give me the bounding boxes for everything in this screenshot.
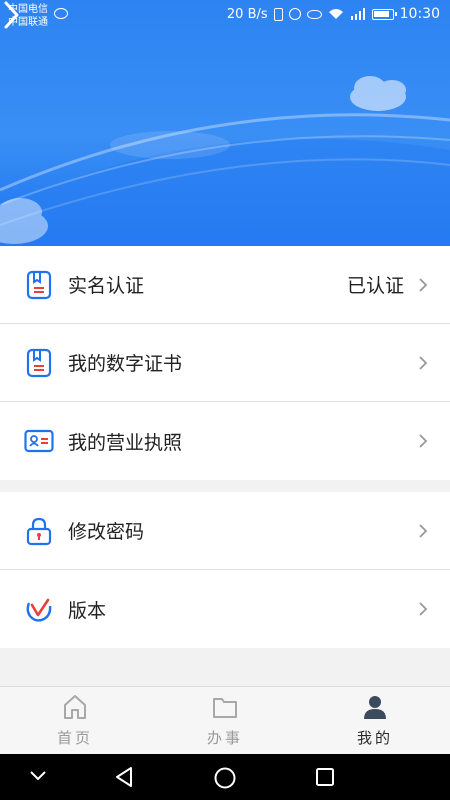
real-name-status: 已认证 (346, 275, 404, 297)
person-icon (364, 696, 386, 719)
id-card-icon (24, 270, 54, 300)
banner-decoration (0, 76, 450, 246)
certificate-icon (24, 348, 54, 378)
tab-mine-label: 我的 (356, 729, 393, 747)
carrier-info: 中国电信 中国联通 (8, 3, 48, 29)
menu-item-certificate[interactable]: 我的数字证书 (0, 324, 450, 402)
alarm-icon (288, 8, 301, 20)
change-password-label: 修改密码 (68, 521, 145, 543)
certificate-label: 我的数字证书 (68, 353, 183, 375)
tab-services-label: 办事 (206, 729, 243, 747)
tab-services[interactable]: 办事 (150, 687, 300, 754)
folder-icon (213, 698, 237, 718)
real-name-label: 实名认证 (68, 275, 145, 297)
chevron-right-icon (419, 523, 428, 538)
battery-icon (371, 8, 397, 20)
eye-comfort-icon (306, 9, 322, 19)
chevron-right-icon (419, 277, 428, 292)
bottom-tab-bar: 首页 办事 我的 (0, 686, 450, 754)
collapse-chevron-icon[interactable] (29, 770, 47, 782)
settings-menu-group: 修改密码 版本 (0, 492, 450, 648)
version-logo-icon (24, 594, 54, 624)
menu-item-version[interactable]: 版本 (0, 570, 450, 648)
carrier-2: 中国联通 (8, 17, 48, 28)
home-button[interactable] (213, 766, 237, 790)
wechat-notification-icon (54, 8, 68, 19)
back-button[interactable] (114, 766, 134, 788)
tab-mine[interactable]: 我的 (300, 687, 450, 754)
business-license-label: 我的营业执照 (68, 431, 183, 454)
home-icon (64, 695, 86, 719)
business-license-icon (24, 426, 54, 456)
chevron-right-icon (419, 602, 428, 616)
tab-home[interactable]: 首页 (0, 687, 150, 754)
recents-button[interactable] (315, 767, 335, 787)
chevron-right-icon (419, 434, 428, 448)
signal-icon (350, 8, 365, 20)
menu-item-business-license[interactable]: 我的营业执照 (0, 402, 450, 480)
wifi-icon (328, 9, 343, 19)
chevron-right-icon (419, 355, 428, 370)
account-menu-group: 实名认证 已认证 我的数字证书 我的营业执照 (0, 246, 450, 480)
tab-home-label: 首页 (56, 729, 93, 747)
system-navigation-bar (0, 754, 450, 800)
lock-icon (24, 516, 54, 546)
status-bar: 中国电信 中国联通 20 B/s 10:30 (0, 0, 450, 32)
menu-item-real-name[interactable]: 实名认证 已认证 (0, 246, 450, 324)
vibrate-icon (273, 7, 283, 21)
version-label: 版本 (68, 599, 107, 622)
status-bar-right: 20 B/s 10:30 (227, 6, 440, 22)
clock: 10:30 (399, 6, 440, 22)
carrier-1: 中国电信 (8, 4, 48, 15)
profile-banner (0, 0, 450, 246)
menu-item-change-password[interactable]: 修改密码 (0, 492, 450, 570)
network-speed: 20 B/s (226, 6, 268, 22)
